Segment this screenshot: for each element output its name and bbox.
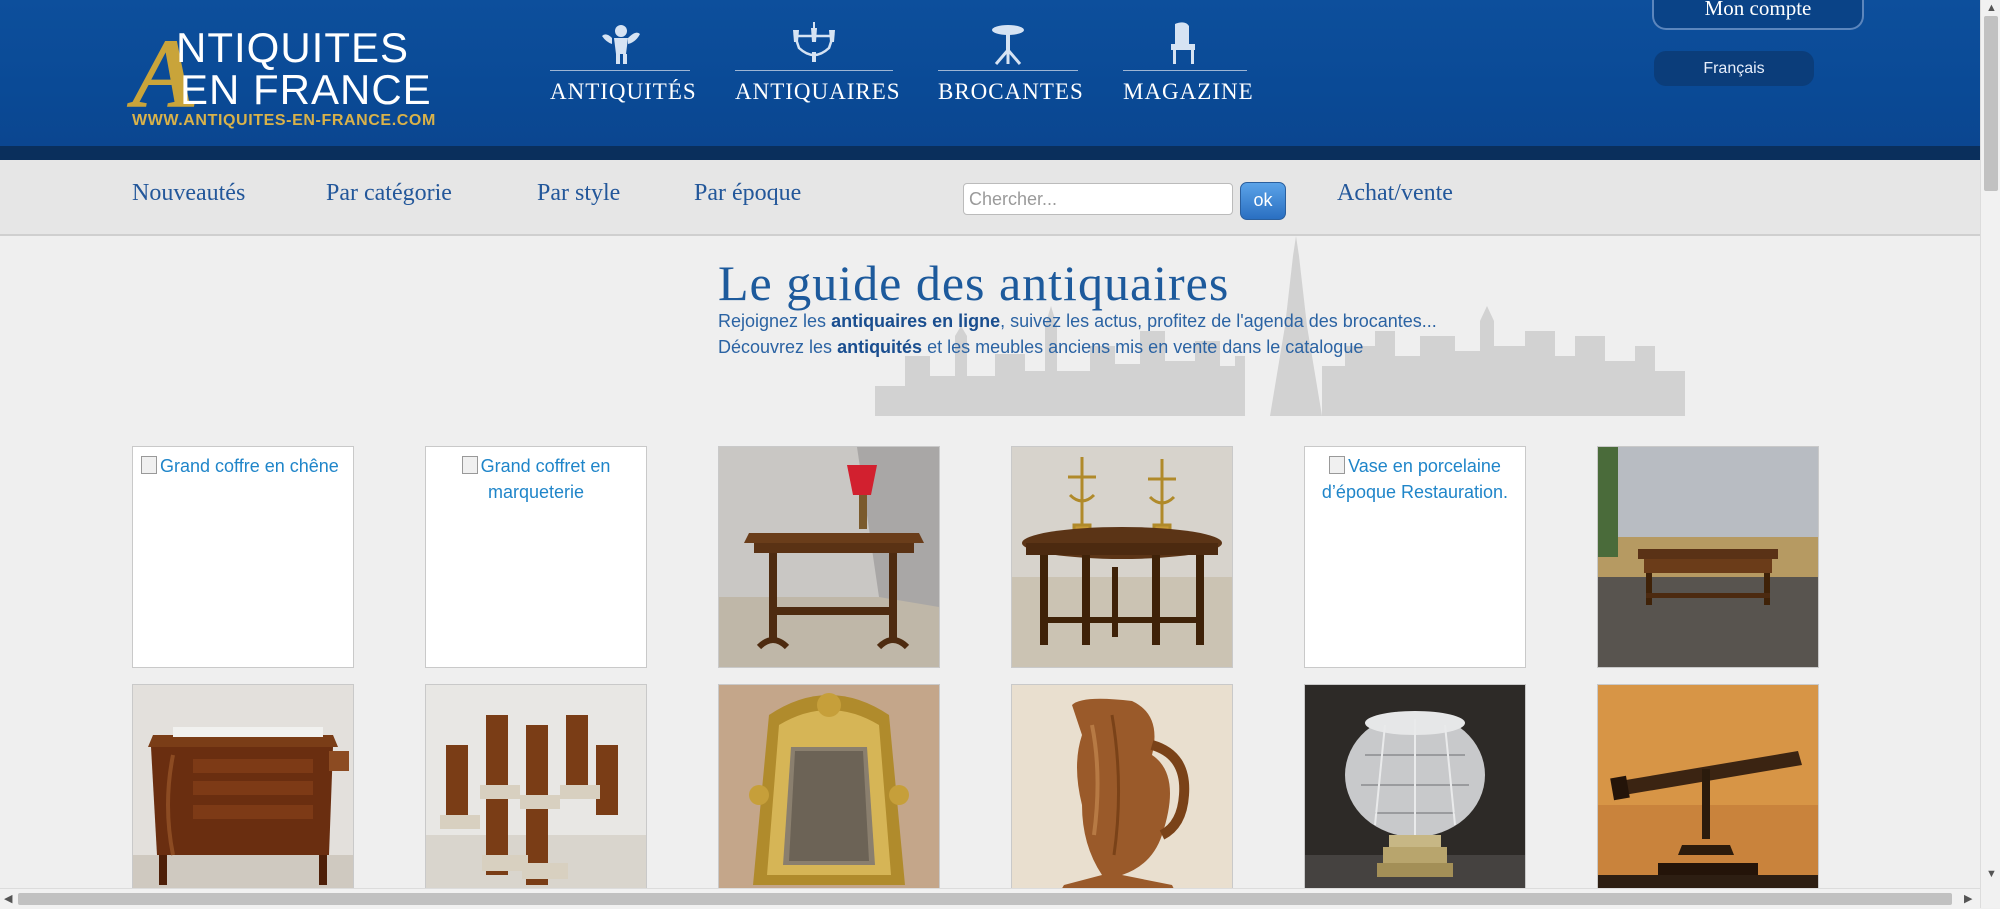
site-header: A NTIQUITES EN FRANCE WWW.ANTIQUITES-EN-… (0, 0, 1980, 146)
scroll-right-arrow-icon[interactable]: ▶ (1964, 892, 1972, 905)
logo-line-1: NTIQUITES (176, 24, 410, 71)
nav-antiquaires[interactable]: ANTIQUAIRES (735, 22, 901, 112)
product-image-chairs (426, 685, 646, 905)
scroll-left-arrow-icon[interactable]: ◀ (4, 892, 12, 905)
logo-line-2: EN FRANCE (180, 66, 432, 113)
header-strip (0, 146, 1980, 160)
broken-image-icon (461, 456, 478, 474)
product-tile[interactable] (718, 684, 940, 906)
nav-brocantes[interactable]: BROCANTES (938, 22, 1084, 112)
nav-magazine-label: MAGAZINE (1123, 79, 1254, 104)
broken-image-icon (1329, 456, 1346, 474)
product-alt-text: Grand coffre en chêne (160, 456, 339, 476)
sub-nav: Nouveautés Par catégorie Par style Par é… (0, 160, 1980, 236)
product-image-demilune-console (133, 685, 353, 905)
link-antiquaires-en-ligne[interactable]: antiquaires en ligne (831, 311, 1000, 331)
nav-antiquaires-label: ANTIQUAIRES (735, 79, 901, 104)
product-tile[interactable] (1011, 446, 1233, 668)
guide-intro-line-2: Découvrez les antiquités et les meubles … (718, 337, 1364, 357)
nav-magazine[interactable]: MAGAZINE (1123, 22, 1254, 112)
subnav-achat-vente[interactable]: Achat/vente (1337, 180, 1453, 207)
nav-brocantes-label: BROCANTES (938, 79, 1084, 104)
language-selector[interactable]: Français (1654, 51, 1814, 86)
search-input[interactable] (963, 183, 1233, 215)
product-image-carved-pitcher (1012, 685, 1232, 905)
product-alt-text: Vase en porcelaine d’époque Restauration… (1321, 456, 1509, 502)
subnav-nouveautes[interactable]: Nouveautés (132, 180, 245, 207)
product-image-crystal-vase (1305, 685, 1525, 905)
product-alt-text: Grand coffret en marqueterie (480, 456, 611, 502)
vertical-scrollbar[interactable]: ▲ ▼ (1980, 0, 2000, 908)
chandelier-icon (793, 22, 835, 62)
nav-antiquites[interactable]: ANTIQUITÉS (550, 22, 697, 112)
chair-icon (1171, 22, 1195, 64)
product-tile[interactable]: Grand coffret en marqueterie (425, 446, 647, 668)
scroll-down-arrow-icon[interactable]: ▼ (1986, 868, 1997, 880)
vertical-scroll-thumb[interactable] (1984, 16, 1998, 191)
product-tile[interactable]: Vase en porcelaine d’époque Restauration… (1304, 446, 1526, 668)
product-tile[interactable] (1597, 684, 1819, 906)
table-icon (992, 25, 1024, 65)
link-antiquites[interactable]: antiquités (837, 337, 922, 357)
page-title: Le guide des antiquaires (718, 255, 1230, 311)
horizontal-scrollbar[interactable]: ◀ ▶ (0, 888, 1980, 909)
scroll-up-arrow-icon[interactable]: ▲ (1986, 2, 1997, 14)
search-button[interactable]: ok (1240, 182, 1286, 220)
product-tile[interactable]: Grand coffre en chêne (132, 446, 354, 668)
product-image-oval-table (1012, 447, 1232, 667)
account-button[interactable]: Mon compte (1652, 0, 1864, 30)
subnav-par-epoque[interactable]: Par époque (694, 180, 801, 207)
product-image-gilded-mirror (719, 685, 939, 905)
product-tile[interactable] (132, 684, 354, 906)
nav-antiquites-label: ANTIQUITÉS (550, 79, 697, 104)
subnav-par-style[interactable]: Par style (537, 180, 620, 207)
product-tile[interactable] (1597, 446, 1819, 668)
horizontal-scroll-thumb[interactable] (18, 893, 1952, 905)
guide-intro-line-1: Rejoignez les antiquaires en ligne, suiv… (718, 311, 1437, 331)
broken-image-icon (141, 456, 157, 474)
product-tile[interactable] (1011, 684, 1233, 906)
product-image-low-table (1598, 447, 1818, 667)
product-tile[interactable] (425, 684, 647, 906)
product-tile[interactable] (1304, 684, 1526, 906)
subnav-par-categorie[interactable]: Par catégorie (326, 180, 452, 207)
logo-url: WWW.ANTIQUITES-EN-FRANCE.COM (132, 112, 436, 129)
product-image-side-table (719, 447, 939, 667)
site-logo[interactable]: A NTIQUITES EN FRANCE WWW.ANTIQUITES-EN-… (130, 24, 440, 134)
cherub-icon (602, 25, 640, 64)
product-tile[interactable] (718, 446, 940, 668)
product-image-telescope (1598, 685, 1818, 905)
